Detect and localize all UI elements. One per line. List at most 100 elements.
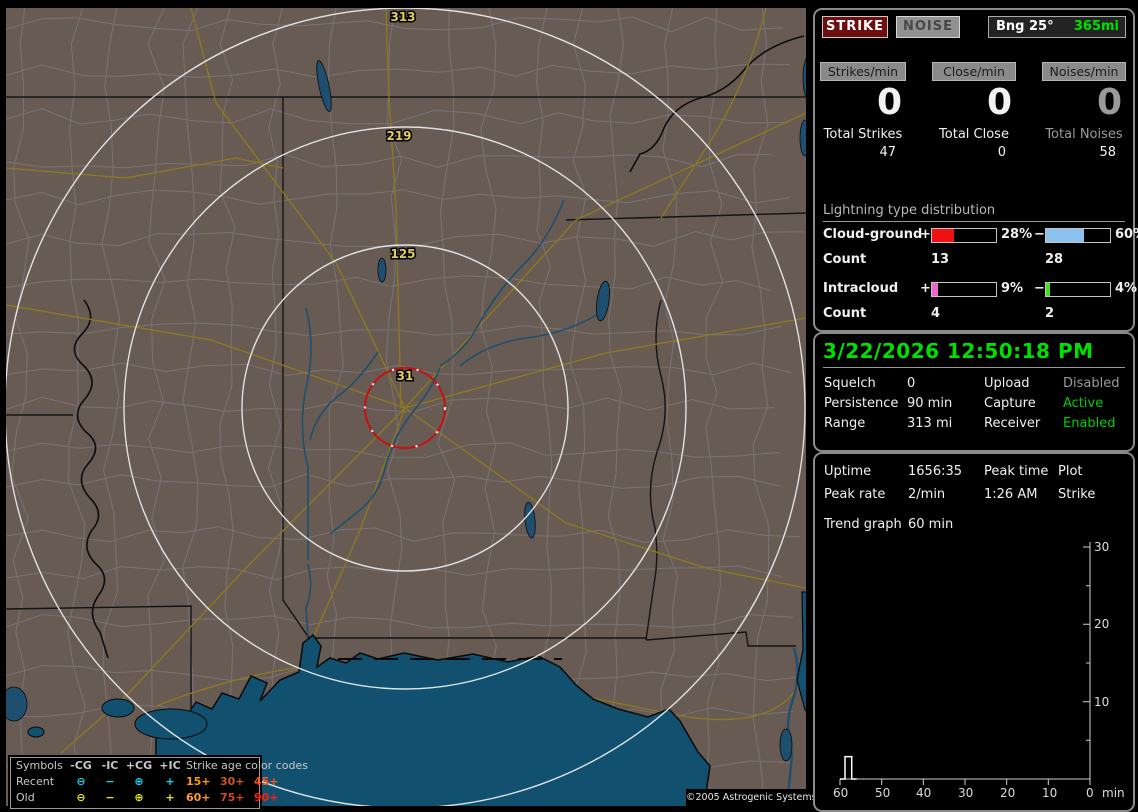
pos-cg-pct: 28% [1001, 227, 1033, 242]
y-tick-10: 10 [1094, 695, 1109, 709]
legend-header-row: Symbols -CG -IC +CG +IC Strike age color… [11, 758, 308, 774]
status-panel: 3/22/2026 12:50:18 PM Squelch 0 Upload D… [813, 332, 1135, 452]
pos-cg-old-icon: ⊕ [134, 791, 144, 804]
close-counter-column: Close/min 0 Total Close 0 [932, 62, 1016, 182]
age-45: 45+ [254, 775, 279, 788]
graph-axis-labels: 30 20 10 60 50 40 30 20 10 0 min [833, 540, 1125, 800]
plus-sign: + [920, 227, 931, 242]
age-15: 15+ [186, 775, 211, 788]
ring-label-313: 313 [390, 10, 415, 24]
squelch-value: 0 [907, 376, 916, 391]
age-30: 30+ [220, 775, 245, 788]
bearing-range-display[interactable]: Bng 25° 365mi [988, 16, 1126, 38]
count-label: Count [823, 252, 867, 267]
total-close-value: 0 [997, 145, 1006, 160]
minus-sign: − [1034, 281, 1045, 296]
pos-cg-count: 13 [931, 252, 950, 267]
trend-graph: 30 20 10 60 50 40 30 20 10 0 min [833, 540, 1125, 800]
pos-ic-bar [931, 282, 997, 297]
intracloud-label: Intracloud [823, 281, 899, 296]
persistence-label: Persistence [824, 396, 899, 411]
neg-ic-count: 2 [1045, 306, 1055, 321]
noises-per-min-button[interactable]: Noises/min [1042, 62, 1126, 81]
total-strikes-value: 47 [879, 145, 896, 160]
upload-label: Upload [984, 376, 1030, 391]
range-value: 313 mi [907, 416, 953, 431]
noises-per-min-value: 0 [1096, 82, 1122, 123]
pos-ic-pct: 9% [1001, 281, 1024, 296]
y-tick-30: 30 [1094, 540, 1109, 554]
pos-ic-recent-icon: + [165, 775, 175, 788]
squelch-label: Squelch [824, 376, 876, 391]
intracloud-count-row: Count 4 2 [823, 306, 1125, 321]
legend-ncg-header: -CG [70, 759, 92, 772]
stormvue-window: 313 219 125 31 Symbols -CG -IC +CG +IC S… [0, 0, 1138, 812]
datetime-display: 3/22/2026 12:50:18 PM [823, 339, 1094, 363]
persistence-value: 90 min [907, 396, 953, 411]
neg-cg-count: 28 [1045, 252, 1064, 267]
legend-old-row: Old ⊖ − ⊕ + 60+ 75+ 90+ [11, 790, 279, 806]
counters-panel: STRIKE NOISE Bng 25° 365mi Strikes/min 0… [813, 8, 1138, 332]
neg-cg-bar [1045, 228, 1111, 243]
total-noises-label: Total Noises [1045, 127, 1123, 142]
age-60: 60+ [186, 791, 211, 804]
symbol-legend: Symbols -CG -IC +CG +IC Strike age color… [10, 757, 308, 809]
x-axis-unit: min [1102, 786, 1125, 800]
capture-label: Capture [984, 396, 1036, 411]
receiver-label: Receiver [984, 416, 1041, 431]
y-tick-20: 20 [1094, 617, 1109, 631]
range-label: Range [824, 416, 866, 431]
neg-ic-bar [1045, 282, 1111, 297]
x-tick-30: 30 [958, 786, 973, 800]
noise-mode-button[interactable]: NOISE [896, 16, 960, 38]
close-per-min-value: 0 [986, 82, 1012, 123]
copyright-notice: ©2005 Astrogenic Systems [686, 789, 817, 806]
graph-ticks [839, 546, 1091, 785]
cloud-ground-row: Cloud-ground + 28% − 60% [823, 227, 1138, 243]
cloud-ground-count-row: Count 13 28 [823, 252, 1125, 267]
ring-label-125: 125 [390, 247, 415, 261]
total-close-label: Total Close [939, 127, 1009, 142]
strikes-per-min-button[interactable]: Strikes/min [820, 62, 906, 81]
close-per-min-button[interactable]: Close/min [932, 62, 1016, 81]
neg-cg-old-icon: ⊖ [76, 791, 86, 804]
ring-label-219: 219 [386, 129, 411, 143]
legend-pcg-header: +CG [125, 759, 153, 772]
neg-cg-recent-icon: ⊖ [76, 775, 86, 788]
pos-ic-count: 4 [931, 306, 941, 321]
upload-status: Disabled [1063, 376, 1120, 391]
neg-ic-pct: 4% [1115, 281, 1138, 296]
pos-ic-old-icon: + [165, 791, 175, 804]
intracloud-row: Intracloud + 9% − 4% [823, 281, 1137, 297]
x-tick-40: 40 [916, 786, 931, 800]
strikes-counter-column: Strikes/min 0 Total Strikes 47 [820, 62, 906, 182]
x-tick-20: 20 [1000, 786, 1015, 800]
legend-recent-label: Recent [16, 775, 55, 788]
minus-sign: − [1034, 227, 1045, 242]
distribution-title: Lightning type distribution [823, 203, 1125, 222]
cloud-ground-label: Cloud-ground [823, 227, 923, 242]
capture-status: Active [1063, 396, 1104, 411]
legend-ages-header: Strike age color codes [186, 759, 308, 772]
age-90: 90+ [254, 791, 279, 804]
neg-ic-recent-icon: − [105, 775, 115, 788]
total-noises-value: 58 [1099, 145, 1116, 160]
range-value: 365mi [1073, 19, 1119, 34]
ring-label-31: 31 [397, 369, 414, 383]
strikes-per-min-value: 0 [876, 82, 902, 123]
legend-nic-header: -IC [101, 759, 119, 772]
trend-panel: Uptime 1656:35 Peak time Plot Peak rate … [813, 452, 1135, 812]
lightning-map[interactable]: 313 219 125 31 [6, 8, 806, 806]
noises-counter-column: Noises/min 0 Total Noises 58 [1042, 62, 1126, 182]
legend-recent-row: Recent ⊖ − ⊕ + 15+ 30+ 45+ [11, 774, 279, 790]
age-75: 75+ [220, 791, 245, 804]
pos-cg-recent-icon: ⊕ [134, 775, 144, 788]
strike-mode-button[interactable]: STRIKE [822, 16, 888, 38]
legend-symbols-header: Symbols [16, 759, 63, 772]
x-tick-10: 10 [1042, 786, 1057, 800]
total-strikes-label: Total Strikes [823, 127, 903, 142]
count-label: Count [823, 306, 867, 321]
receiver-status: Enabled [1063, 416, 1116, 431]
bearing-value: Bng 25° [996, 19, 1054, 34]
x-tick-60: 60 [833, 786, 848, 800]
